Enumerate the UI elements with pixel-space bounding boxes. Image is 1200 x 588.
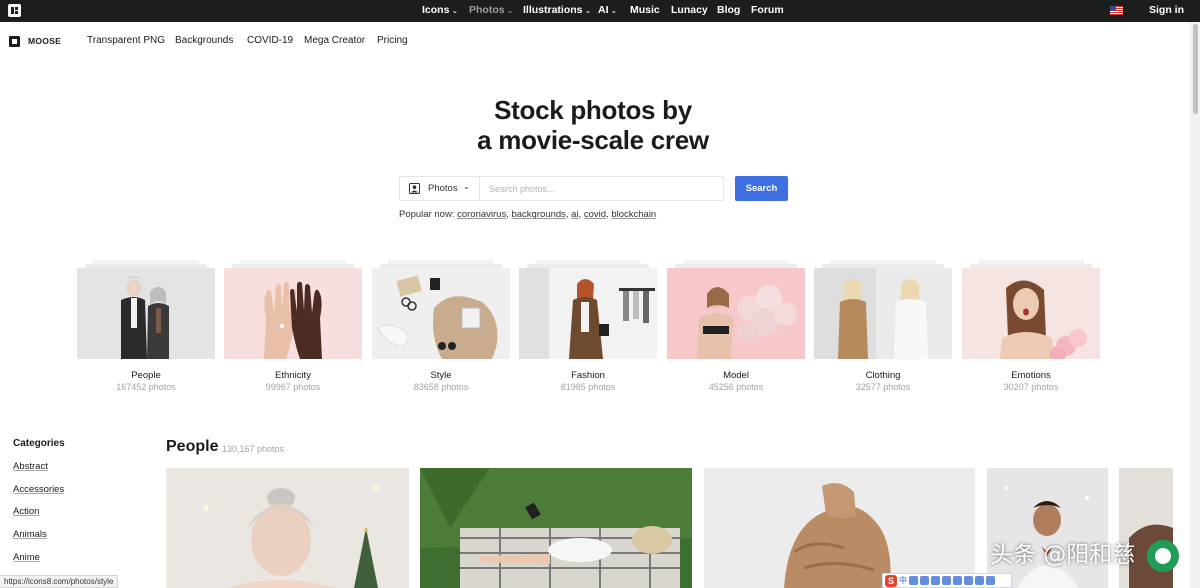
category-link-anime[interactable]: Anime xyxy=(13,552,40,563)
subnav-pricing[interactable]: Pricing xyxy=(377,35,408,46)
ime-punctuation-icon[interactable] xyxy=(909,576,918,585)
category-count: 83658 photos xyxy=(413,382,469,392)
photo-tile[interactable] xyxy=(987,468,1108,588)
topnav-music[interactable]: Music xyxy=(630,4,660,16)
photo-portrait-icon xyxy=(409,183,420,194)
sign-in-link[interactable]: Sign in xyxy=(1149,4,1184,16)
topnav-photos[interactable]: Photos ⌄ xyxy=(469,4,513,16)
ime-keyboard-icon[interactable] xyxy=(942,576,951,585)
category-count: 45256 photos xyxy=(708,382,764,392)
subnav-mega-creator[interactable]: Mega Creator xyxy=(304,35,365,46)
ime-user-icon[interactable] xyxy=(953,576,962,585)
hero-title-line1: Stock photos by xyxy=(494,95,692,125)
category-count: 81985 photos xyxy=(560,382,616,392)
category-link-animals[interactable]: Animals xyxy=(13,529,47,540)
popular-term-blockchain[interactable]: blockchain xyxy=(611,209,656,220)
ime-toolbar[interactable]: S 中 xyxy=(882,573,1012,588)
subnav-covid-19[interactable]: COVID-19 xyxy=(247,35,293,46)
chevron-down-icon: ⌄ xyxy=(463,182,470,191)
chevron-down-icon: ⌄ xyxy=(506,6,514,15)
hero-title-line2: a movie-scale crew xyxy=(477,125,709,155)
chevron-down-icon: ⌄ xyxy=(610,6,618,15)
ime-microphone-icon[interactable] xyxy=(931,576,940,585)
watermark-text: 头条 @阳和慈 xyxy=(990,542,1136,568)
topnav-lunacy[interactable]: Lunacy xyxy=(671,4,708,16)
category-thumbnail xyxy=(814,268,952,359)
search-bar: Photos ⌄ xyxy=(399,176,724,201)
photo-tile[interactable] xyxy=(704,468,975,588)
link-status-url: https://icons8.com/photos/style xyxy=(0,575,119,588)
category-thumbnail xyxy=(77,268,215,359)
photo-tile[interactable] xyxy=(166,468,409,588)
moose-logo-icon[interactable] xyxy=(9,36,20,47)
category-link-action[interactable]: Action xyxy=(13,506,39,517)
category-name: Model xyxy=(723,370,749,381)
search-input[interactable] xyxy=(481,178,721,199)
ime-mode-label[interactable]: 中 xyxy=(899,575,907,586)
watermark-logo-icon xyxy=(1147,540,1179,572)
brand-name[interactable]: MOOSE xyxy=(28,36,61,46)
top-navbar: Icons ⌄ Photos ⌄ Illustrations ⌄ AI ⌄ Music … xyxy=(0,0,1200,22)
category-card-emotions[interactable]: Emotions 30207 photos xyxy=(962,260,1100,396)
search-type-dropdown[interactable]: Photos ⌄ xyxy=(400,177,480,200)
category-card-model[interactable]: Model 45256 photos xyxy=(667,260,805,396)
search-button[interactable]: Search xyxy=(735,176,788,201)
popular-label: Popular now: xyxy=(399,209,455,220)
category-card-clothing[interactable]: Clothing 32577 photos xyxy=(814,260,952,396)
category-count: 99967 photos xyxy=(265,382,321,392)
page: Icons ⌄ Photos ⌄ Illustrations ⌄ AI ⌄ Music … xyxy=(0,0,1200,588)
popular-term-backgrounds[interactable]: backgrounds xyxy=(511,209,565,220)
category-thumbnail xyxy=(667,268,805,359)
ime-skin-icon[interactable] xyxy=(964,576,973,585)
category-name: Fashion xyxy=(571,370,605,381)
ime-grid-icon[interactable] xyxy=(986,576,995,585)
topnav-icons[interactable]: Icons ⌄ xyxy=(422,4,458,16)
section-title: People xyxy=(166,438,219,455)
category-card-ethnicity[interactable]: Ethnicity 99967 photos xyxy=(224,260,362,396)
us-flag-icon[interactable] xyxy=(1110,6,1123,15)
topnav-blog[interactable]: Blog xyxy=(717,4,740,16)
category-name: Style xyxy=(430,370,452,381)
category-link-accessories[interactable]: Accessories xyxy=(13,484,64,495)
chevron-down-icon: ⌄ xyxy=(451,6,459,15)
topnav-ai[interactable]: AI ⌄ xyxy=(598,4,617,16)
chevron-down-icon: ⌄ xyxy=(584,6,592,15)
popular-searches: Popular now: coronavirus, backgrounds, a… xyxy=(399,209,657,220)
search-type-label: Photos xyxy=(428,183,458,194)
category-link-abstract[interactable]: Abstract xyxy=(13,461,48,472)
category-count: 32577 photos xyxy=(855,382,911,392)
category-name: Emotions xyxy=(1011,370,1051,381)
category-thumbnail xyxy=(224,268,362,359)
category-card-style[interactable]: Style 83658 photos xyxy=(372,260,510,396)
photo-tile[interactable] xyxy=(420,468,692,588)
ime-settings-icon[interactable] xyxy=(975,576,984,585)
topnav-forum[interactable]: Forum xyxy=(751,4,784,16)
categories-heading: Categories xyxy=(13,438,65,449)
popular-term-covid[interactable]: covid xyxy=(584,209,606,220)
category-count: 167452 photos xyxy=(116,382,176,392)
category-count: 30207 photos xyxy=(1003,382,1059,392)
ime-emoji-icon[interactable] xyxy=(920,576,929,585)
scrollbar-thumb[interactable] xyxy=(1193,24,1198,114)
category-thumbnail xyxy=(962,268,1100,359)
category-card-people[interactable]: People 167452 photos xyxy=(77,260,215,396)
category-name: Clothing xyxy=(865,370,901,381)
subnav-transparent-png[interactable]: Transparent PNG xyxy=(87,35,165,46)
sub-navbar: MOOSE Transparent PNG Backgrounds COVID-… xyxy=(0,22,1190,62)
ime-logo-icon[interactable]: S xyxy=(885,574,897,587)
category-thumbnail xyxy=(519,268,657,359)
popular-term-ai[interactable]: ai xyxy=(571,209,578,220)
category-name: People xyxy=(131,370,161,381)
category-thumbnail xyxy=(372,268,510,359)
category-card-fashion[interactable]: Fashion 81985 photos xyxy=(519,260,657,396)
topnav-illustrations[interactable]: Illustrations ⌄ xyxy=(523,4,591,16)
popular-term-coronavirus[interactable]: coronavirus xyxy=(457,209,506,220)
section-count: 130,167 photos xyxy=(222,444,285,454)
subnav-backgrounds[interactable]: Backgrounds xyxy=(175,35,233,46)
category-name: Ethnicity xyxy=(275,370,311,381)
icons8-logo-icon[interactable] xyxy=(8,4,21,17)
